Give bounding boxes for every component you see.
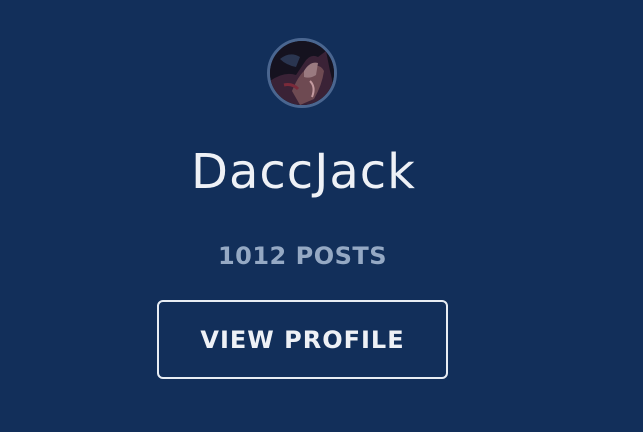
username-heading: DaccJack — [191, 144, 416, 200]
post-count: 1012 POSTS — [0, 240, 605, 272]
post-count-value: 1012 — [217, 242, 287, 270]
view-profile-button[interactable]: VIEW PROFILE — [157, 300, 448, 379]
user-avatar-image-icon — [270, 41, 334, 105]
profile-card: DaccJack 1012 POSTS VIEW PROFILE — [0, 0, 643, 432]
avatar[interactable] — [267, 38, 337, 108]
post-count-label: POSTS — [295, 242, 388, 270]
view-profile-label: VIEW PROFILE — [200, 325, 405, 354]
